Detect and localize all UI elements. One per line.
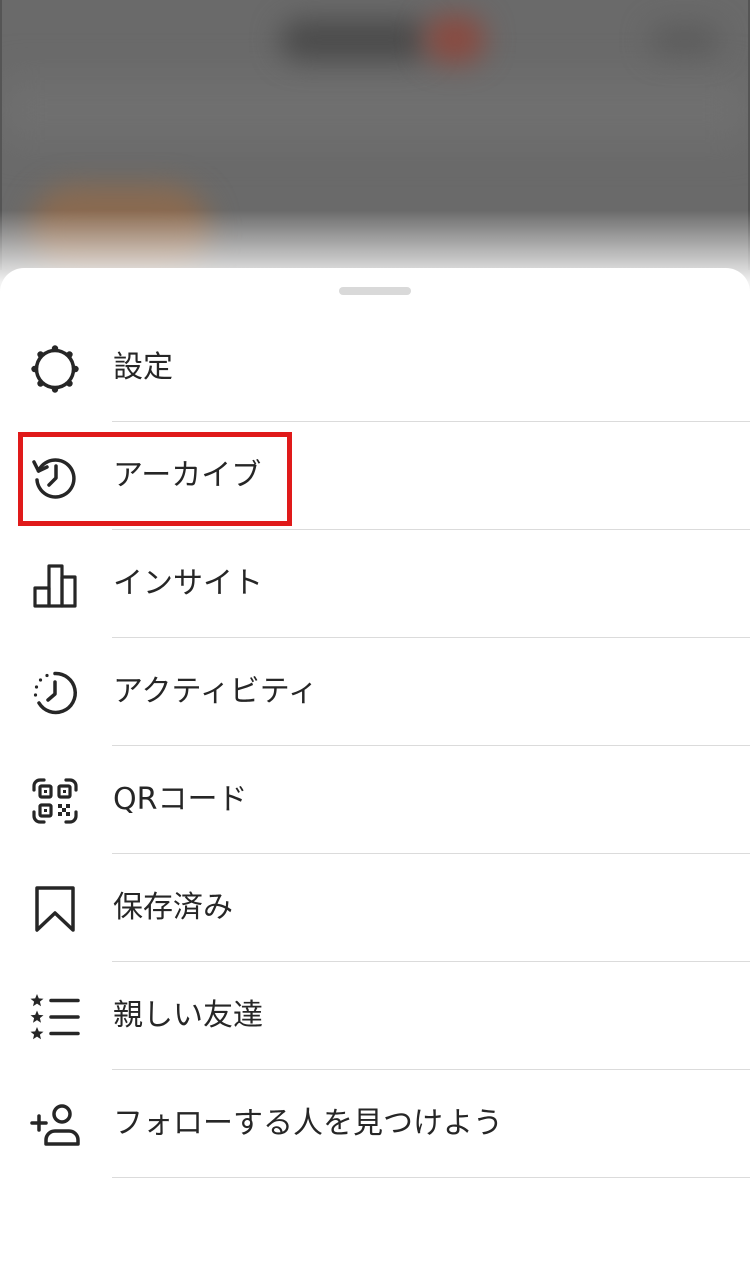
activity-icon xyxy=(30,668,80,718)
saved-icon xyxy=(30,884,80,934)
menu-item-qr-code[interactable]: QRコード xyxy=(0,746,750,854)
menu-item-label: 親しい友達 xyxy=(113,998,263,1033)
menu-item-label: アクティビティ xyxy=(113,674,318,709)
menu-item-saved[interactable]: 保存済み xyxy=(0,854,750,962)
divider xyxy=(112,1177,750,1178)
bottom-sheet: 設定 アーカイブ インサイト アクティビティ QRコード 保存済み 親しい友達 … xyxy=(0,268,750,1287)
menu-item-label: 保存済み xyxy=(113,890,233,925)
menu-item-label: インサイト xyxy=(113,566,263,601)
archive-icon xyxy=(30,452,80,502)
menu-item-label: アーカイブ xyxy=(113,458,262,493)
sheet-drag-handle[interactable] xyxy=(339,287,411,295)
background-blur-username xyxy=(280,20,430,60)
menu-item-settings[interactable]: 設定 xyxy=(0,314,750,422)
background-blur-badge xyxy=(425,15,485,63)
insights-icon xyxy=(30,560,80,610)
menu-item-activity[interactable]: アクティビティ xyxy=(0,638,750,746)
settings-icon xyxy=(30,344,80,394)
menu-item-discover-people[interactable]: フォローする人を見つけよう xyxy=(0,1070,750,1178)
close-friends-icon xyxy=(30,992,80,1042)
menu-item-label: 設定 xyxy=(113,350,173,385)
qr-code-icon xyxy=(30,776,80,826)
background-blur-band xyxy=(0,80,750,140)
menu-item-archive[interactable]: アーカイブ xyxy=(0,422,750,530)
menu-item-insights[interactable]: インサイト xyxy=(0,530,750,638)
menu-item-label: フォローする人を見つけよう xyxy=(113,1106,503,1141)
background-blur-menu xyxy=(650,25,720,55)
menu-item-close-friends[interactable]: 親しい友達 xyxy=(0,962,750,1070)
profile-menu: 設定 アーカイブ インサイト アクティビティ QRコード 保存済み 親しい友達 … xyxy=(0,314,750,1178)
menu-item-label: QRコード xyxy=(113,782,248,817)
blurred-background xyxy=(0,0,750,300)
discover-people-icon xyxy=(30,1100,80,1150)
